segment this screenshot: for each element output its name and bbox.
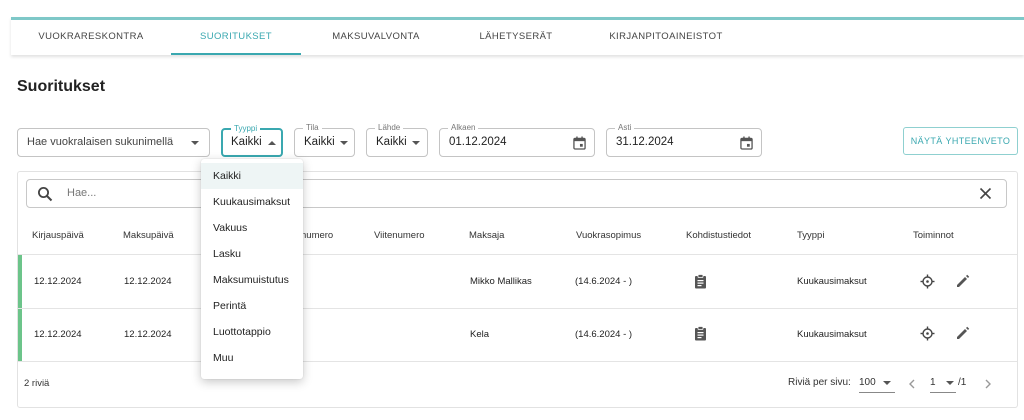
menu-item-kuukausimaksut[interactable]: Kuukausimaksut — [201, 189, 303, 215]
search-input[interactable]: Hae... — [26, 179, 1007, 208]
type-select[interactable]: Tyyppi Kaikki — [221, 123, 283, 157]
header-allocation[interactable]: Kohdistustiedot — [686, 230, 751, 241]
cell-entry-date: 12.12.2024 — [34, 276, 82, 287]
cell-type: Kuukausimaksut — [797, 276, 867, 287]
page-value: 1 — [930, 377, 936, 388]
header-actions: Toiminnot — [913, 230, 954, 241]
show-summary-button[interactable]: NÄYTÄ YHTEENVETO — [903, 127, 1018, 155]
row-status-indicator — [18, 309, 22, 361]
cell-type: Kuukausimaksut — [797, 329, 867, 340]
cell-payer: Kela — [470, 329, 490, 340]
type-value: Kaikki — [231, 136, 262, 148]
chevron-left-icon[interactable] — [908, 379, 916, 389]
header-reference[interactable]: Viitenumero — [374, 230, 425, 241]
chevron-down-icon — [946, 381, 954, 385]
rows-per-page-select[interactable]: 100 — [859, 373, 895, 393]
page-total: /1 — [958, 377, 967, 388]
cell-payer: Mikko Mallikas — [470, 276, 532, 287]
header-lease[interactable]: Vuokrasopimus — [576, 230, 641, 241]
tab-kirjanpitoaineistot[interactable]: KIRJANPITOAINEISTOT — [581, 20, 751, 55]
menu-item-perinta[interactable]: Perintä — [201, 293, 303, 319]
page-title: Suoritukset — [17, 78, 106, 95]
clipboard-icon[interactable] — [693, 274, 708, 289]
tab-suoritukset[interactable]: SUORITUKSET — [171, 20, 301, 55]
menu-item-kaikki[interactable]: Kaikki — [201, 163, 303, 189]
chevron-right-icon[interactable] — [984, 379, 992, 389]
end-date-value: 31.12.2024 — [616, 136, 674, 148]
search-placeholder: Hae... — [67, 187, 97, 199]
menu-item-muu[interactable]: Muu — [201, 345, 303, 371]
chevron-up-icon — [268, 141, 276, 145]
header-payment-date[interactable]: Maksupäivä — [123, 230, 174, 241]
edit-pencil-icon[interactable] — [955, 326, 970, 341]
source-select[interactable]: Lähde Kaikki — [366, 122, 428, 157]
calendar-icon[interactable] — [573, 136, 586, 150]
type-dropdown-menu: Kaikki Kuukausimaksut Vakuus Lasku Maksu… — [201, 159, 303, 379]
tenant-search-select[interactable]: Hae vuokralaisen sukunimellä — [17, 128, 210, 157]
rows-per-page-label: Riviä per sivu: — [788, 377, 851, 388]
chevron-down-icon — [412, 141, 420, 145]
edit-pencil-icon[interactable] — [955, 274, 970, 289]
header-type[interactable]: Tyyppi — [797, 230, 824, 241]
tab-maksuvalvonta[interactable]: MAKSUVALVONTA — [301, 20, 451, 55]
source-value: Kaikki — [376, 136, 407, 148]
end-date-field[interactable]: Asti 31.12.2024 — [606, 122, 762, 157]
divider — [18, 361, 1017, 362]
header-entry-date[interactable]: Kirjauspäivä — [32, 230, 84, 241]
tab-lahetyserat[interactable]: LÄHETYSERÄT — [451, 20, 581, 55]
status-value: Kaikki — [304, 136, 335, 148]
divider — [18, 254, 1017, 255]
menu-item-maksumuistutus[interactable]: Maksumuistutus — [201, 267, 303, 293]
rows-per-page-value: 100 — [859, 377, 876, 388]
cell-lease: (14.6.2024 - ) — [575, 276, 633, 287]
status-select[interactable]: Tila Kaikki — [294, 122, 355, 157]
allocate-target-icon[interactable] — [920, 326, 935, 341]
chevron-down-icon — [883, 381, 891, 385]
cell-lease: (14.6.2024 - ) — [575, 329, 633, 340]
cell-payment-date: 12.12.2024 — [124, 329, 172, 340]
page-select[interactable]: 1 — [930, 373, 956, 393]
cell-entry-date: 12.12.2024 — [34, 329, 82, 340]
start-date-value: 01.12.2024 — [449, 136, 507, 148]
search-icon — [38, 187, 53, 202]
row-status-indicator — [18, 255, 22, 308]
row-count: 2 riviä — [24, 378, 50, 389]
header-payer[interactable]: Maksaja — [469, 230, 504, 241]
chevron-down-icon — [340, 141, 348, 145]
tab-vuokrareskontra[interactable]: VUOKRARESKONTRA — [11, 20, 171, 55]
clipboard-icon[interactable] — [693, 326, 708, 341]
top-nav: VUOKRARESKONTRA SUORITUKSET MAKSUVALVONT… — [11, 17, 1024, 55]
cell-payment-date: 12.12.2024 — [124, 276, 172, 287]
start-date-field[interactable]: Alkaen 01.12.2024 — [439, 122, 595, 157]
allocate-target-icon[interactable] — [920, 274, 935, 289]
menu-item-lasku[interactable]: Lasku — [201, 241, 303, 267]
menu-item-vakuus[interactable]: Vakuus — [201, 215, 303, 241]
menu-item-luottotappio[interactable]: Luottotappio — [201, 319, 303, 345]
header-number[interactable]: numero — [301, 230, 333, 241]
payments-table-card: Hae... Kirjauspäivä Maksupäivä numero Vi… — [17, 171, 1018, 408]
tenant-search-placeholder: Hae vuokralaisen sukunimellä — [27, 136, 174, 148]
close-icon[interactable] — [979, 187, 992, 200]
divider — [18, 308, 1017, 309]
chevron-down-icon — [191, 141, 199, 145]
calendar-icon[interactable] — [740, 136, 753, 150]
